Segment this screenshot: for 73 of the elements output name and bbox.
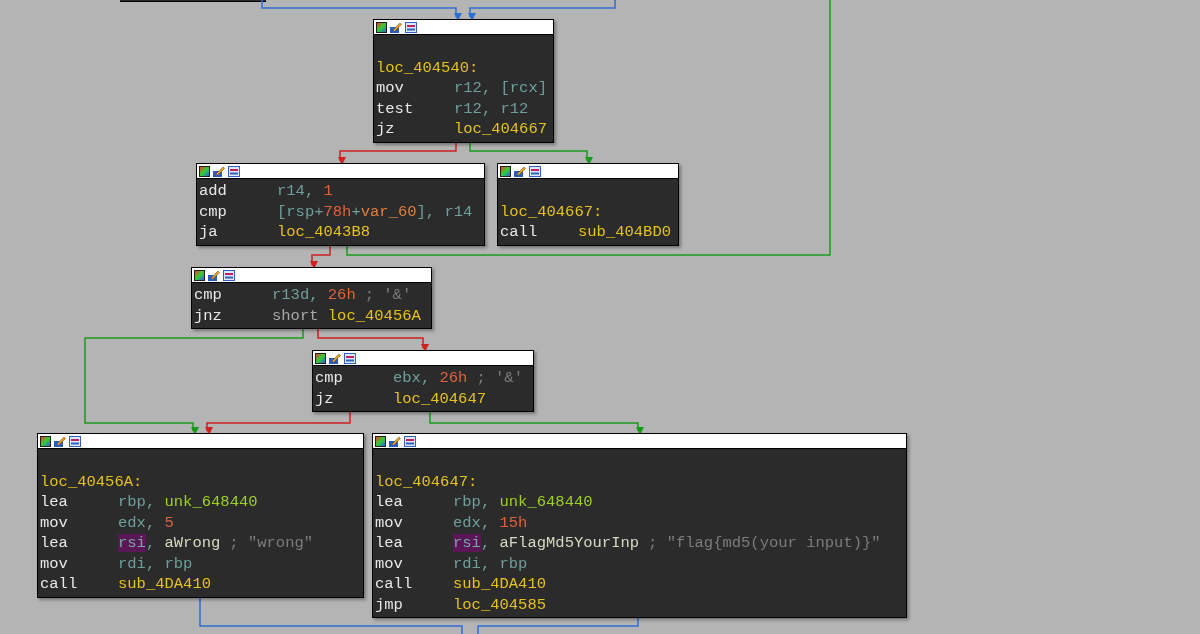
instruction-operands: edx, 5	[118, 512, 174, 533]
instruction-operands: sub_404BD0	[578, 222, 671, 243]
instruction-operands: r12, [rcx]	[454, 78, 547, 99]
window-icon[interactable]	[529, 165, 541, 177]
instruction-operands: rsi, aWrong	[118, 533, 221, 554]
instruction-operands: ebx, 26h	[393, 368, 468, 389]
instruction-mnemonic: call	[40, 574, 79, 595]
code-label: loc_404540:	[376, 57, 480, 78]
instruction-operands: loc_404585	[453, 594, 546, 615]
code-label: loc_404647:	[375, 471, 479, 492]
instruction-operands: r12, r12	[454, 98, 529, 119]
instruction-mnemonic: lea	[375, 492, 404, 513]
instruction-operands: rsi, aFlagMd5YourInp	[453, 533, 640, 554]
instruction-operands: edx, 15h	[453, 512, 528, 533]
code-comment: ; '&'	[476, 368, 523, 389]
code-label: loc_40456A:	[40, 471, 144, 492]
instruction-operands: r14, 1	[277, 181, 333, 202]
window-icon[interactable]	[344, 352, 356, 364]
color-square-icon[interactable]	[315, 352, 326, 364]
pencil-icon[interactable]	[514, 165, 526, 177]
instruction-operands: rbp, unk_648440	[118, 492, 258, 513]
instruction-mnemonic: jz	[315, 388, 335, 409]
instruction-mnemonic: lea	[375, 533, 404, 554]
instruction-mnemonic: mov	[375, 512, 404, 533]
instruction-operands: rbp, unk_648440	[453, 492, 593, 513]
code-comment: ; "wrong"	[229, 533, 314, 554]
instruction-operands: sub_4DA410	[453, 574, 546, 595]
instruction-operands: [rsp+78h+var_60], r14	[277, 201, 473, 222]
instruction-operands: r13d, 26h	[272, 285, 356, 306]
instruction-mnemonic: jmp	[375, 594, 404, 615]
pencil-icon[interactable]	[389, 435, 401, 447]
instruction-mnemonic: ja	[199, 222, 219, 243]
pencil-icon[interactable]	[213, 165, 225, 177]
instruction-mnemonic: call	[375, 574, 414, 595]
instruction-mnemonic: cmp	[199, 201, 228, 222]
instruction-mnemonic: jz	[376, 119, 396, 140]
pencil-icon[interactable]	[208, 269, 220, 281]
pencil-icon[interactable]	[390, 21, 402, 33]
instruction-mnemonic: call	[500, 222, 539, 243]
color-square-icon[interactable]	[376, 21, 387, 33]
code-comment: ; "flag{md5(your input)}"	[648, 533, 881, 554]
window-icon[interactable]	[228, 165, 240, 177]
instruction-mnemonic: lea	[40, 492, 69, 513]
color-square-icon[interactable]	[500, 165, 511, 177]
instruction-mnemonic: cmp	[315, 368, 344, 389]
instruction-mnemonic: mov	[40, 512, 69, 533]
instruction-operands: loc_404647	[393, 388, 486, 409]
window-icon[interactable]	[69, 435, 81, 447]
instruction-operands: rdi, rbp	[453, 553, 528, 574]
instruction-mnemonic: lea	[40, 533, 69, 554]
instruction-mnemonic: mov	[375, 553, 404, 574]
window-icon[interactable]	[405, 21, 417, 33]
instruction-operands: loc_4043B8	[277, 222, 370, 243]
instruction-operands: loc_404667	[454, 119, 547, 140]
instruction-operands: rdi, rbp	[118, 553, 193, 574]
instruction-mnemonic: mov	[376, 78, 405, 99]
color-square-icon[interactable]	[199, 165, 210, 177]
instruction-mnemonic: cmp	[194, 285, 223, 306]
color-square-icon[interactable]	[375, 435, 386, 447]
color-square-icon[interactable]	[40, 435, 51, 447]
instruction-operands: short loc_40456A	[272, 305, 421, 326]
instruction-mnemonic: add	[199, 181, 228, 202]
instruction-mnemonic: test	[376, 98, 415, 119]
instruction-operands: sub_4DA410	[118, 574, 211, 595]
code-comment: ; '&'	[364, 285, 412, 306]
instruction-mnemonic: jnz	[194, 305, 223, 326]
pencil-icon[interactable]	[329, 352, 341, 364]
pencil-icon[interactable]	[54, 435, 66, 447]
color-square-icon[interactable]	[194, 269, 205, 281]
instruction-mnemonic: mov	[40, 553, 69, 574]
code-label: loc_404667:	[500, 201, 604, 222]
window-icon[interactable]	[404, 435, 416, 447]
window-icon[interactable]	[223, 269, 235, 281]
